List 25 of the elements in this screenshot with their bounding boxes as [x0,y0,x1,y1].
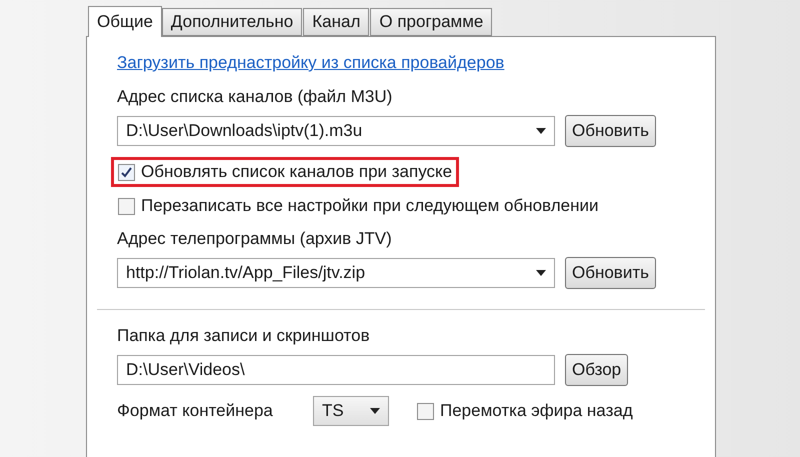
preset-link[interactable]: Загрузить преднастройку из списка провайдеров [117,53,685,73]
checkbox-label: Перемотка эфира назад [440,401,633,421]
tab[interactable]: Дополнительно [162,8,302,36]
dropdown-arrow-icon [370,408,380,414]
browse-button[interactable]: Обзор [565,354,628,386]
checkbox[interactable] [417,402,434,420]
playlist-combobox[interactable]: D:\User\Downloads\iptv(1).m3u [117,116,555,146]
checkbox-label: Перезаписать все настройки при следующем обновлении [141,196,598,216]
tab[interactable]: О программе [370,8,492,36]
dropdown-arrow-icon [536,128,546,134]
checkbox[interactable] [118,198,135,214]
dropdown-arrow-icon [536,270,546,276]
checkbox-label: Обновлять список каналов при запуске [141,162,452,182]
epg-combobox[interactable]: http://Triolan.tv/App_Files/jtv.zip [117,258,555,288]
tab[interactable]: Канал [303,8,370,36]
field-label: Формат контейнера [117,401,274,421]
format-select[interactable]: TS [313,396,389,426]
field-label: Адрес телепрограммы (архив JTV) [117,229,393,249]
tab[interactable]: Общие [88,6,162,37]
refresh-button[interactable]: Обновить [565,115,656,147]
field-label: Папка для записи и скриншотов [117,326,371,346]
checkbox[interactable] [118,164,135,180]
field-label: Адрес списка каналов (файл M3U) [117,87,394,107]
refresh-button[interactable]: Обновить [565,257,656,289]
folder-field[interactable]: D:\User\Videos\ [117,355,555,385]
